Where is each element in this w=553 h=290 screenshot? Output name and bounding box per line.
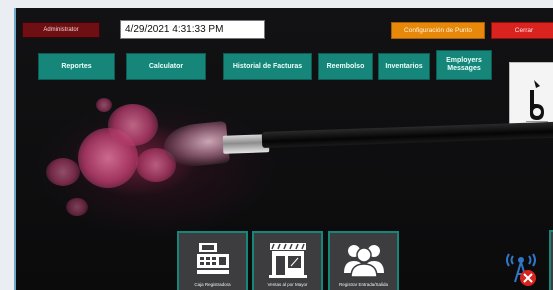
nav-employers-messages-button[interactable]: Employers Messages bbox=[436, 50, 492, 80]
power-button[interactable] bbox=[549, 230, 553, 290]
cash-register-icon bbox=[196, 243, 229, 274]
powder-splash bbox=[96, 98, 112, 112]
cash-register-tile[interactable]: Caja Registradora bbox=[177, 231, 248, 290]
user-badge: Administrator bbox=[22, 22, 100, 38]
powder-splash bbox=[46, 158, 80, 186]
tile-label: Caja Registradora bbox=[194, 282, 231, 287]
main-screen: Administrator 4/29/2021 4:31:33 PM Confi… bbox=[14, 8, 553, 290]
people-icon bbox=[343, 245, 384, 278]
powder-splash bbox=[108, 104, 158, 146]
tile-label: Ventas al por Mayor bbox=[267, 282, 308, 287]
nav-historial-button[interactable]: Historial de Facturas bbox=[223, 53, 312, 80]
nav-reportes-button[interactable]: Reportes bbox=[38, 53, 115, 80]
config-button[interactable]: Configuración de Punto bbox=[391, 22, 485, 39]
powder-splash bbox=[66, 198, 88, 216]
storefront-icon bbox=[268, 243, 307, 278]
wholesale-tile[interactable]: Ventas al por Mayor bbox=[252, 231, 323, 290]
nav-calculator-button[interactable]: Calculator bbox=[126, 53, 206, 80]
signal-tower-disconnected-icon[interactable] bbox=[504, 244, 538, 290]
nav-inventarios-button[interactable]: Inventarios bbox=[378, 53, 430, 80]
logo-icon bbox=[526, 80, 548, 122]
close-button[interactable]: Cerrar bbox=[491, 22, 553, 39]
check-in-out-tile[interactable]: Registrar Entrada/Salida bbox=[328, 231, 399, 290]
tile-label: Registrar Entrada/Salida bbox=[338, 282, 389, 287]
datetime-display: 4/29/2021 4:31:33 PM bbox=[120, 20, 265, 39]
nav-reembolso-button[interactable]: Reembolso bbox=[318, 53, 373, 80]
brush-handle bbox=[261, 121, 553, 148]
